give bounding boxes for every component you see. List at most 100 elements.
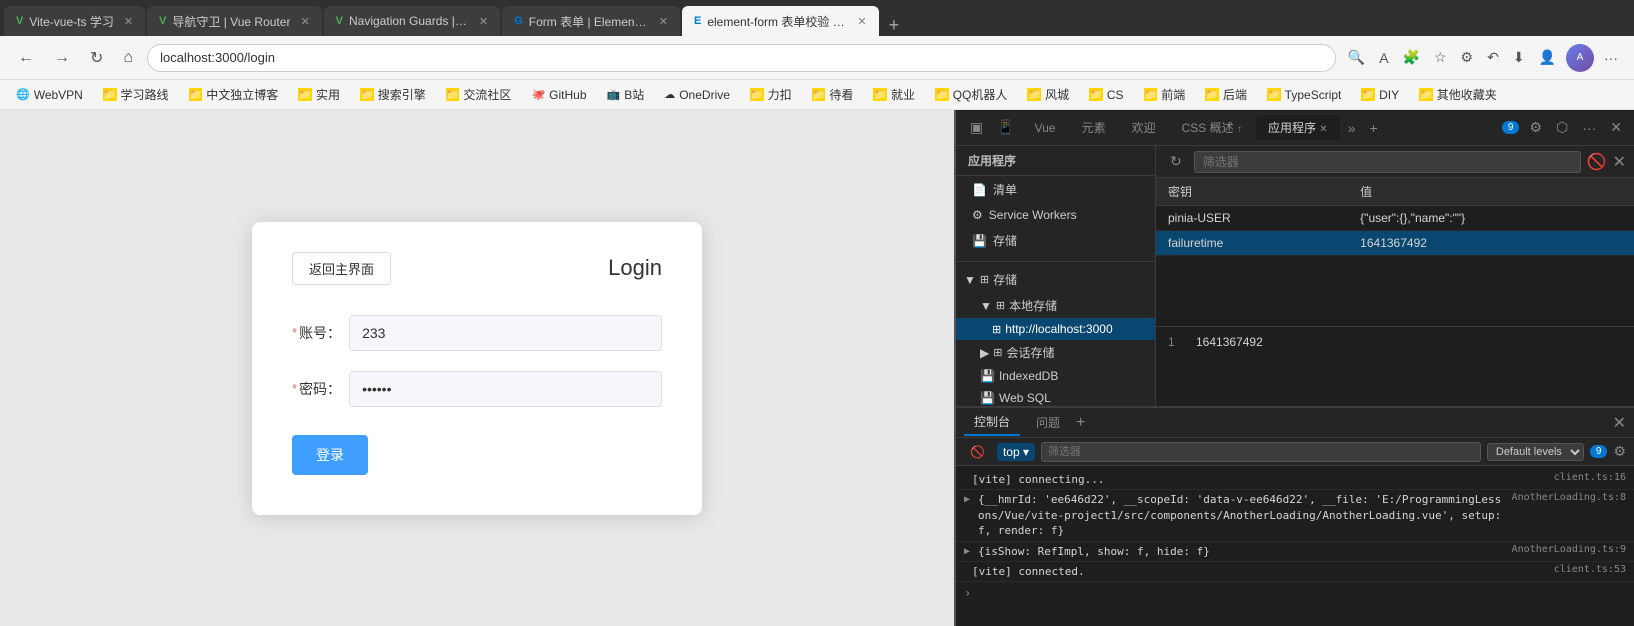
back-button[interactable]: ← bbox=[12, 45, 40, 71]
console-line-0-source[interactable]: client.ts:16 bbox=[1554, 472, 1626, 483]
console-line-1-expand[interactable]: ▶ bbox=[964, 494, 970, 505]
settings-icon[interactable]: ⚙ bbox=[1457, 44, 1478, 72]
bookmark-github[interactable]: 🐙 GitHub bbox=[523, 86, 594, 104]
bookmark-11[interactable]: 📁 就业 bbox=[865, 84, 923, 105]
storage-clear-filter-btn[interactable]: 🚫 bbox=[1587, 152, 1607, 172]
console-filter-input[interactable] bbox=[1041, 442, 1481, 462]
more-button[interactable]: ··· bbox=[1600, 44, 1622, 72]
storage-clear-btn[interactable]: ✕ bbox=[1613, 152, 1626, 172]
devtools-dock-btn[interactable]: ⬡ bbox=[1552, 117, 1572, 138]
tab-3-close[interactable]: ✕ bbox=[479, 15, 488, 28]
close-console-btn[interactable]: ✕ bbox=[1613, 413, 1626, 433]
devtools-device-btn[interactable]: 📱 bbox=[991, 117, 1020, 138]
bookmark-4[interactable]: 📁 实用 bbox=[290, 84, 348, 105]
tab-1-close[interactable]: ✕ bbox=[124, 15, 133, 28]
app-item-service-workers[interactable]: ⚙ Service Workers bbox=[956, 203, 1155, 227]
refresh-button[interactable]: ↻ bbox=[84, 44, 109, 72]
favorites-icon[interactable]: ☆ bbox=[1430, 44, 1451, 72]
bookmark-5[interactable]: 📁 搜索引擎 bbox=[352, 84, 434, 105]
history-icon[interactable]: ↶ bbox=[1483, 44, 1503, 72]
devtools-tab-vue[interactable]: Vue bbox=[1023, 117, 1068, 139]
devtools-settings-btn[interactable]: ⚙ bbox=[1525, 117, 1546, 138]
tab-2[interactable]: V 导航守卫 | Vue Router ✕ bbox=[147, 6, 322, 36]
devtools-left-panel: 应用程序 📄 清单 ⚙ Service Workers 💾 存储 bbox=[956, 146, 1156, 406]
bookmark-12[interactable]: 📁 QQ机器人 bbox=[927, 84, 1015, 105]
tab-5[interactable]: E element-form 表单校验 size und... ✕ bbox=[682, 6, 879, 36]
console-line-2-source[interactable]: AnotherLoading.ts:9 bbox=[1512, 544, 1626, 555]
submit-button[interactable]: 登录 bbox=[292, 435, 368, 475]
tab-3[interactable]: V Navigation Guards | Vue Router ✕ bbox=[324, 6, 501, 36]
console-line-2-expand[interactable]: ▶ bbox=[964, 546, 970, 557]
bookmark-6[interactable]: 📁 交流社区 bbox=[438, 84, 520, 105]
storage-filter-input[interactable] bbox=[1194, 151, 1581, 173]
password-input[interactable] bbox=[349, 371, 662, 407]
tab-5-close[interactable]: ✕ bbox=[857, 15, 866, 28]
app-item-storage-shortcut[interactable]: 💾 存储 bbox=[956, 227, 1155, 254]
console-tab[interactable]: 控制台 bbox=[964, 409, 1020, 436]
bookmark-webvpn[interactable]: 🌐 WebVPN bbox=[8, 86, 91, 104]
bookmark-onedrive[interactable]: ☁ OneDrive bbox=[656, 86, 738, 104]
indexeddb-item[interactable]: 💾 IndexedDB bbox=[956, 365, 1155, 387]
bookmark-3[interactable]: 📁 中文独立博客 bbox=[181, 84, 287, 105]
table-row[interactable]: pinia-USER {"user":{},"name":""} bbox=[1156, 206, 1634, 231]
bookmark-leetcode[interactable]: 📁 力扣 bbox=[742, 84, 800, 105]
console-prompt[interactable]: › bbox=[956, 582, 1634, 604]
devtools-inspect-btn[interactable]: ▣ bbox=[964, 117, 989, 138]
local-storage-localhost[interactable]: ⊞ http://localhost:3000 bbox=[956, 318, 1155, 340]
back-to-home-button[interactable]: 返回主界面 bbox=[292, 252, 391, 285]
bookmark-webvpn-icon: 🌐 bbox=[16, 88, 30, 101]
bookmark-5-icon: 📁 bbox=[360, 88, 374, 101]
issues-tab[interactable]: 问题 bbox=[1026, 410, 1070, 435]
console-clear-btn[interactable]: 🚫 bbox=[964, 443, 991, 461]
search-icon[interactable]: 🔍 bbox=[1344, 44, 1369, 72]
bookmark-10[interactable]: 📁 待看 bbox=[804, 84, 862, 105]
bookmark-14[interactable]: 📁 CS bbox=[1081, 86, 1131, 104]
bookmark-16[interactable]: 📁 后端 bbox=[1197, 84, 1255, 105]
devtools-tab-css[interactable]: CSS 概述 ↑ bbox=[1170, 115, 1254, 140]
home-button[interactable]: ⌂ bbox=[117, 45, 139, 71]
bookmark-other[interactable]: 📁 其他收藏夹 bbox=[1411, 84, 1505, 105]
devtools-tab-welcome[interactable]: 欢迎 bbox=[1120, 115, 1168, 140]
bookmark-13[interactable]: 📁 风城 bbox=[1019, 84, 1077, 105]
bookmark-15[interactable]: 📁 前端 bbox=[1136, 84, 1194, 105]
bookmark-17[interactable]: 📁 TypeScript bbox=[1259, 86, 1349, 104]
avatar[interactable]: A bbox=[1566, 44, 1594, 72]
translate-icon[interactable]: A bbox=[1375, 44, 1392, 72]
storage-header[interactable]: ▼ ⊞ 存储 bbox=[956, 266, 1155, 293]
session-storage-item[interactable]: ▶ ⊞ 会话存储 bbox=[956, 340, 1155, 365]
console-level-select[interactable]: Default levels Verbose Info Warnings Err… bbox=[1487, 443, 1584, 461]
profile-icon[interactable]: 👤 bbox=[1535, 44, 1560, 72]
devtools-tab-application[interactable]: 应用程序 ✕ bbox=[1256, 115, 1340, 140]
websql-item[interactable]: 💾 Web SQL bbox=[956, 387, 1155, 406]
console-settings-btn[interactable]: ⚙ bbox=[1613, 443, 1626, 460]
devtools-more-tabs[interactable]: » bbox=[1342, 118, 1362, 138]
tab-4[interactable]: G Form 表单 | Element Plus ✕ bbox=[502, 6, 680, 36]
console-top-selector[interactable]: top ▾ bbox=[997, 443, 1035, 461]
bookmark-18[interactable]: 📁 DIY bbox=[1353, 86, 1407, 104]
console-line-3-source[interactable]: client.ts:53 bbox=[1554, 564, 1626, 575]
table-row[interactable]: failuretime 1641367492 bbox=[1156, 231, 1634, 256]
bookmark-12-label: QQ机器人 bbox=[953, 86, 1008, 103]
tab-2-close[interactable]: ✕ bbox=[300, 15, 309, 28]
download-icon[interactable]: ⬇ bbox=[1509, 44, 1529, 72]
devtools-more-btn[interactable]: ··· bbox=[1578, 118, 1600, 138]
devtools-tab-elements[interactable]: 元素 bbox=[1070, 115, 1118, 140]
tab-1[interactable]: V Vite-vue-ts 学习 ✕ bbox=[4, 6, 145, 36]
address-input[interactable] bbox=[147, 44, 1336, 72]
storage-shortcut-icon: 💾 bbox=[972, 234, 987, 248]
devtools-close-btn[interactable]: ✕ bbox=[1606, 117, 1626, 138]
app-item-manifest[interactable]: 📄 清单 bbox=[956, 176, 1155, 203]
new-tab-button[interactable]: + bbox=[881, 15, 908, 36]
console-line-1-source[interactable]: AnotherLoading.ts:8 bbox=[1512, 492, 1626, 503]
console-input-area[interactable] bbox=[977, 587, 1626, 600]
bookmark-2[interactable]: 📁 学习路线 bbox=[95, 84, 177, 105]
devtools-add-tab[interactable]: + bbox=[1363, 118, 1383, 138]
extensions-icon[interactable]: 🧩 bbox=[1399, 44, 1424, 72]
local-storage-item[interactable]: ▼ ⊞ 本地存储 bbox=[956, 293, 1155, 318]
tab-4-close[interactable]: ✕ bbox=[659, 15, 668, 28]
storage-refresh-btn[interactable]: ↻ bbox=[1164, 151, 1188, 172]
add-console-btn[interactable]: + bbox=[1076, 414, 1085, 432]
bookmark-bilibili[interactable]: 📺 B站 bbox=[599, 84, 653, 105]
forward-button[interactable]: → bbox=[48, 45, 76, 71]
username-input[interactable] bbox=[349, 315, 662, 351]
